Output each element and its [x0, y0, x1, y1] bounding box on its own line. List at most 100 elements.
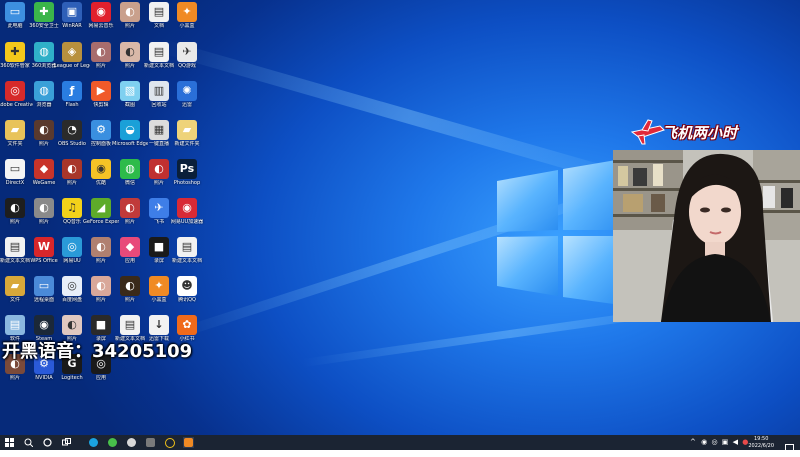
desktop-icon-image: ■: [91, 315, 111, 335]
desktop-icon-image: ▭: [34, 276, 54, 296]
airplane-icon: [630, 119, 665, 145]
desktop-icon-image: ▰: [5, 120, 25, 140]
taskbar-clock[interactable]: 19:50 2022/6/20: [748, 436, 774, 449]
desktop-icon-image: ◐: [120, 198, 140, 218]
notification-button[interactable]: [785, 438, 794, 452]
desktop-icon[interactable]: ▤ 新建文本文档: [169, 237, 205, 264]
desktop-icon-image: Ps: [177, 159, 197, 179]
desktop-icon-image: ◎: [5, 81, 25, 101]
desktop-icon-image: ◐: [34, 120, 54, 140]
desktop-icon-image: ▥: [149, 81, 169, 101]
desktop-icon-image: ◐: [120, 2, 140, 22]
desktop-icon[interactable]: ✺ 迅雷: [169, 81, 205, 108]
app-circle-icon: [127, 438, 136, 447]
desktop-background: ▭ 此电脑 ✚ 360安全卫士 ▣ WinRAR ◉ 网易云音乐 ◐ 照片 ▤ 文档 ✦ 小黑盒 ✚ 360软…: [0, 0, 800, 435]
desktop-icon-image: ▤: [5, 315, 25, 335]
desktop-icon[interactable]: ▰ 新建文件夹: [169, 120, 205, 147]
desktop-icon-image: ◍: [34, 42, 54, 62]
xiaoheihe-icon: [184, 438, 193, 447]
desktop-icon-image: ƒ: [62, 81, 82, 101]
desktop-icon-image: ◆: [34, 159, 54, 179]
tray-app-icon[interactable]: ◉: [701, 438, 707, 446]
taskbar: ^ ◉ ◎ ▣ ◀ ● 19:50 2022/6/20: [0, 435, 800, 452]
desktop-icon-image: ◎: [62, 237, 82, 257]
desktop-icon-label: Photoshop: [173, 180, 201, 186]
tray-chevron-icon[interactable]: ^: [690, 438, 696, 446]
desktop-icon[interactable]: ✈ QQ游戏: [169, 42, 205, 69]
desktop-icon-image: ✺: [177, 81, 197, 101]
desktop-icon-label: 网易UU加速器: [170, 219, 204, 225]
desktop-icon-label: 新建文件夹: [174, 141, 200, 147]
yellow-circle-icon: [164, 437, 175, 448]
desktop-icon-image: ◉: [177, 198, 197, 218]
desktop-icon-image: ✦: [149, 276, 169, 296]
desktop-icon[interactable]: ☻ 腾讯QQ: [169, 276, 205, 303]
desktop-icon-image: ▤: [177, 237, 197, 257]
desktop-icon-image: ◐: [62, 159, 82, 179]
desktop-icon-label: 应用: [95, 375, 106, 381]
desktop-icon-image: ◉: [34, 315, 54, 335]
task-view-button[interactable]: [61, 437, 72, 448]
desktop-icon-image: ↓: [149, 315, 169, 335]
taskbar-app-2[interactable]: [164, 437, 175, 448]
cortana-icon: [43, 438, 52, 447]
desktop-icon-image: ☻: [177, 276, 197, 296]
desktop-icon-image: ◍: [34, 81, 54, 101]
desktop-icon-image: ◐: [120, 276, 140, 296]
stream-banner-text: 飞机两小时: [662, 124, 738, 142]
desktop-icon-label: 小黑盒: [179, 23, 195, 29]
search-icon: [24, 438, 33, 447]
desktop-icon-image: ◢: [91, 198, 111, 218]
desktop-icon[interactable]: ◉ 网易UU加速器: [169, 198, 205, 225]
desktop-icon[interactable]: Ps Photoshop: [169, 159, 205, 186]
taskbar-app[interactable]: [126, 437, 137, 448]
desktop-icon-image: ◔: [62, 120, 82, 140]
desktop-icon-image: ✈: [177, 42, 197, 62]
obs-icon: [146, 438, 155, 447]
desktop-icon-image: ✚: [34, 2, 54, 22]
desktop-icon-image: ■: [149, 237, 169, 257]
desktop-icon[interactable]: ✦ 小黑盒: [169, 2, 205, 29]
desktop-icon-image: W: [34, 237, 54, 257]
desktop-icon-image: ▦: [149, 120, 169, 140]
taskbar-obs[interactable]: [145, 437, 156, 448]
tray-app-icon[interactable]: ▣: [722, 438, 729, 446]
desktop-icon-image: ▭: [5, 2, 25, 22]
desktop-icon-label: 新建文本文档: [171, 258, 202, 264]
search-button[interactable]: [23, 437, 34, 448]
desktop-icon-image: ◐: [34, 198, 54, 218]
taskbar-edge[interactable]: [88, 437, 99, 448]
desktop-icon-image: ▰: [177, 120, 197, 140]
desktop-icon-image: ◍: [120, 159, 140, 179]
volume-icon[interactable]: ◀: [733, 438, 738, 446]
desktop-icon-image: ✚: [5, 42, 25, 62]
desktop-icon-image: ▤: [5, 237, 25, 257]
desktop-icon-image: ◐: [62, 315, 82, 335]
taskbar-app-3[interactable]: [183, 437, 194, 448]
desktop-icon-label: QQ游戏: [178, 63, 196, 69]
desktop-icon-image: ◎: [62, 276, 82, 296]
taskbar-360[interactable]: [107, 437, 118, 448]
desktop-icon-image: ▭: [5, 159, 25, 179]
windows-start-icon: [5, 438, 14, 447]
start-button[interactable]: [4, 437, 15, 448]
notification-icon: [785, 444, 794, 452]
desktop-icon-image: ⚙: [91, 120, 111, 140]
desktop-icon-image: ◐: [149, 159, 169, 179]
desktop-icon-image: ◈: [62, 42, 82, 62]
cortana-button[interactable]: [42, 437, 53, 448]
system-tray[interactable]: ^ ◉ ◎ ▣ ◀ ●: [690, 438, 748, 446]
desktop-icon-image: ◐: [120, 42, 140, 62]
desktop-icon-image: ◆: [120, 237, 140, 257]
desktop-icon-image: ◉: [91, 2, 111, 22]
desktop-icon-image: ◐: [5, 198, 25, 218]
desktop-icon-image: ▰: [5, 276, 25, 296]
desktop-icon-image: ▶: [91, 81, 111, 101]
desktop-icon-image: ✈: [149, 198, 169, 218]
desktop-icon-image: ◒: [120, 120, 140, 140]
tray-app-icon[interactable]: ◎: [711, 438, 717, 446]
webcam-feed-image: [613, 150, 800, 322]
browser-360-icon: [108, 438, 117, 447]
desktop-icon-image: ▤: [149, 42, 169, 62]
desktop-icon-image: ◐: [91, 237, 111, 257]
